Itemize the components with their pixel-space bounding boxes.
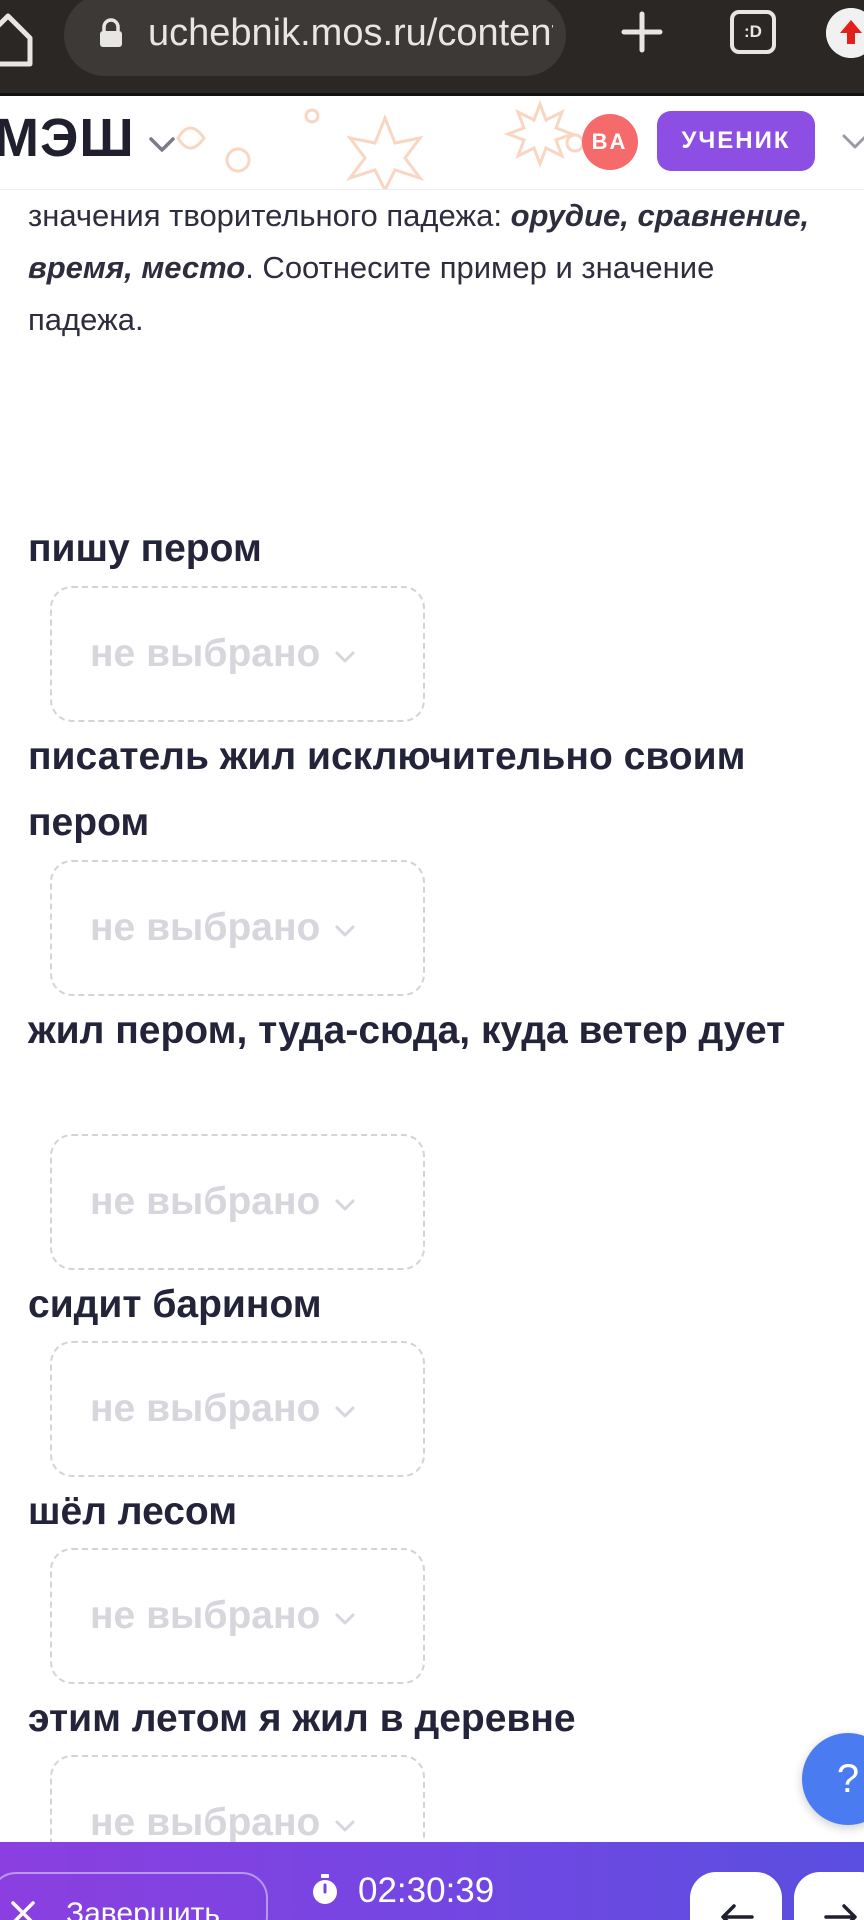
select-value: не выбрано	[90, 1180, 321, 1223]
url-text[interactable]: uchebnik.mos.ru/content/	[148, 8, 553, 58]
arrow-left-icon	[721, 1904, 754, 1920]
question-label: сидит барином	[28, 1283, 322, 1326]
stopwatch-icon	[313, 1874, 337, 1904]
update-icon[interactable]	[826, 8, 864, 58]
chevron-down-icon[interactable]	[146, 128, 178, 160]
user-avatar[interactable]: ВА	[582, 114, 638, 170]
arrow-right-icon	[824, 1904, 857, 1920]
new-tab-icon[interactable]	[620, 10, 664, 54]
task-instruction: значения творительного падежа: орудие, с…	[28, 190, 838, 346]
answer-select[interactable]: не выбрано	[50, 860, 425, 996]
timer: 02:30:39	[358, 1871, 495, 1910]
lock-icon	[100, 18, 122, 47]
previous-button[interactable]	[690, 1872, 782, 1920]
instruction-text-1: значения творительного падежа:	[28, 198, 511, 233]
answer-select[interactable]: не выбрано	[50, 1341, 425, 1477]
chevron-down-icon	[335, 651, 355, 663]
question-label: пишу пером	[28, 527, 262, 570]
chevron-down-icon[interactable]	[840, 126, 864, 156]
chevron-down-icon	[335, 1613, 355, 1625]
browser-toolbar: uchebnik.mos.ru/content/ :D	[0, 0, 864, 96]
select-value: не выбрано	[90, 1387, 321, 1430]
question-label: писатель жил исключительно своим пером	[28, 735, 746, 844]
answer-select[interactable]: не выбрано	[50, 1548, 425, 1684]
select-value: не выбрано	[90, 632, 321, 675]
chevron-down-icon	[335, 1820, 355, 1832]
finish-label: Завершить	[66, 1897, 220, 1920]
select-value: не выбрано	[90, 1801, 321, 1844]
question-label: этим летом я жил в деревне	[28, 1697, 576, 1740]
chevron-down-icon	[335, 1199, 355, 1211]
select-value: не выбрано	[90, 1594, 321, 1637]
question-label: шёл лесом	[28, 1490, 238, 1533]
close-icon	[11, 1901, 35, 1920]
home-icon[interactable]	[0, 8, 34, 68]
question-label: жил пером, туда-сюда, куда ветер дует	[28, 1009, 786, 1052]
select-value: не выбрано	[90, 906, 321, 949]
chevron-down-icon	[335, 1406, 355, 1418]
answer-select[interactable]: не выбрано	[50, 1134, 425, 1270]
answer-select[interactable]: не выбрано	[50, 586, 425, 722]
site-logo[interactable]: МЭШ	[0, 108, 135, 168]
role-button[interactable]: УЧЕНИК	[657, 111, 815, 171]
chevron-down-icon	[335, 925, 355, 937]
next-button[interactable]	[794, 1872, 864, 1920]
tabs-count-icon[interactable]: :D	[730, 10, 776, 54]
